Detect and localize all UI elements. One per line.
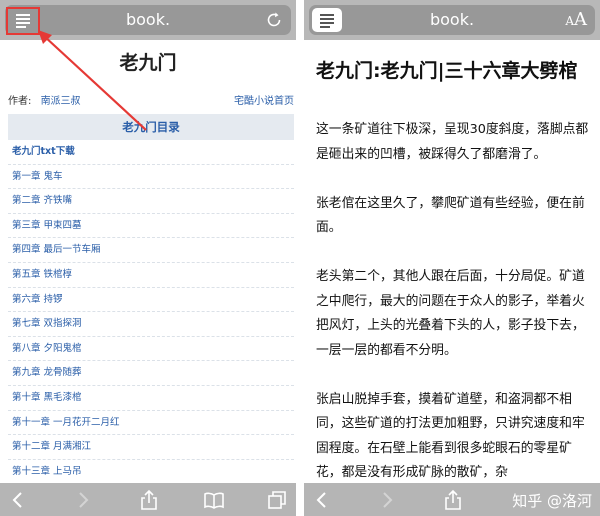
article-paragraph: 张启山脱掉手套，摸着矿道壁，和盗洞都不相同，这些矿道的打法更加粗野，只讲究速度和… (316, 391, 585, 481)
font-large-icon: A (574, 9, 587, 30)
toc-item[interactable]: 第六章 持锣 (8, 288, 294, 313)
bottom-toolbar: 知乎 @洛河 (304, 483, 600, 516)
font-small-icon: A (565, 14, 574, 28)
forward-button[interactable] (72, 489, 94, 511)
home-link[interactable]: 宅酷小说首页 (234, 92, 294, 107)
chevron-left-icon (12, 492, 22, 508)
toc-item[interactable]: 老九门txt下载 (8, 140, 294, 165)
address-text: book. (125, 10, 171, 29)
font-size-button[interactable]: AA (565, 9, 587, 31)
browser-pane-left: book. 老九门 作者: 南派三叔 宅酷小说首页 老九门目录 老九门txt下载… (0, 0, 296, 516)
back-button[interactable] (312, 489, 334, 511)
bottom-toolbar (0, 483, 296, 516)
chevron-right-icon (79, 492, 89, 508)
meta-row: 作者: 南派三叔 宅酷小说首页 (8, 92, 294, 107)
article-paragraph: 这一条矿道往下极深，呈现30度斜度，落脚点都是砸出来的凹槽，被踩得久了都磨滑了。 (316, 122, 589, 162)
tabs-button[interactable] (266, 489, 288, 511)
toc-item[interactable]: 第三章 甲束四墓 (8, 214, 294, 239)
toc-item[interactable]: 第四章 最后一节车厢 (8, 238, 294, 263)
article-body: 这一条矿道往下极深，呈现30度斜度，落脚点都是砸出来的凹槽，被踩得久了都磨滑了。… (316, 118, 594, 510)
address-field[interactable]: book. (5, 5, 291, 35)
address-bar: book. (0, 0, 296, 40)
toc-item[interactable]: 第九章 龙骨随葬 (8, 361, 294, 386)
forward-button[interactable] (376, 489, 398, 511)
toc-item[interactable]: 第八章 夕阳鬼棺 (8, 337, 294, 362)
author-link[interactable]: 南派三叔 (41, 96, 81, 107)
address-field[interactable]: book. AA (309, 5, 595, 35)
article-paragraph: 张老倌在这里久了，攀爬矿道有些经验，便在前面。 (316, 195, 585, 236)
back-button[interactable] (8, 489, 30, 511)
toc-item[interactable]: 第十章 黑毛漆棺 (8, 386, 294, 411)
toc-item[interactable]: 第十一章 一月花开二月红 (8, 411, 294, 436)
share-button[interactable] (442, 489, 464, 511)
toc-item[interactable]: 第五章 铁棺椁 (8, 263, 294, 288)
share-icon (141, 489, 157, 510)
refresh-icon[interactable] (265, 11, 283, 29)
toc-list: 老九门txt下载 第一章 鬼车 第二章 齐铁嘴 第三章 甲束四墓 第四章 最后一… (8, 140, 294, 485)
site-title: 老九门 (119, 52, 177, 74)
share-icon (445, 489, 461, 510)
book-icon (204, 492, 224, 509)
browser-pane-right: book. AA 老九门:老九门|三十六章大劈棺 这一条矿道往下极深，呈现30度… (304, 0, 600, 516)
pane-divider (296, 0, 304, 516)
article-paragraph: 老头第二个，其他人跟在后面，十分局促。矿道之中爬行，最大的问题在于众人的影子，举… (316, 269, 585, 358)
tabs-icon (268, 491, 286, 509)
article-title: 老九门:老九门|三十六章大劈棺 (316, 60, 578, 82)
share-button[interactable] (138, 489, 160, 511)
toc-item[interactable]: 第一章 鬼车 (8, 165, 294, 190)
chevron-right-icon (383, 492, 393, 508)
toc-item[interactable]: 第十三章 上马吊 (8, 460, 294, 485)
address-bar: book. AA (304, 0, 600, 40)
address-text: book. (429, 10, 475, 29)
author-label: 作者: (8, 96, 32, 107)
toc-item[interactable]: 第十二章 月满湘江 (8, 435, 294, 460)
toc-header: 老九门目录 (8, 114, 294, 140)
toc-item[interactable]: 第七章 双指探洞 (8, 312, 294, 337)
chevron-left-icon (316, 492, 326, 508)
toc-item[interactable]: 第二章 齐铁嘴 (8, 189, 294, 214)
watermark: 知乎 @洛河 (512, 492, 592, 510)
bookmarks-button[interactable] (203, 489, 225, 511)
